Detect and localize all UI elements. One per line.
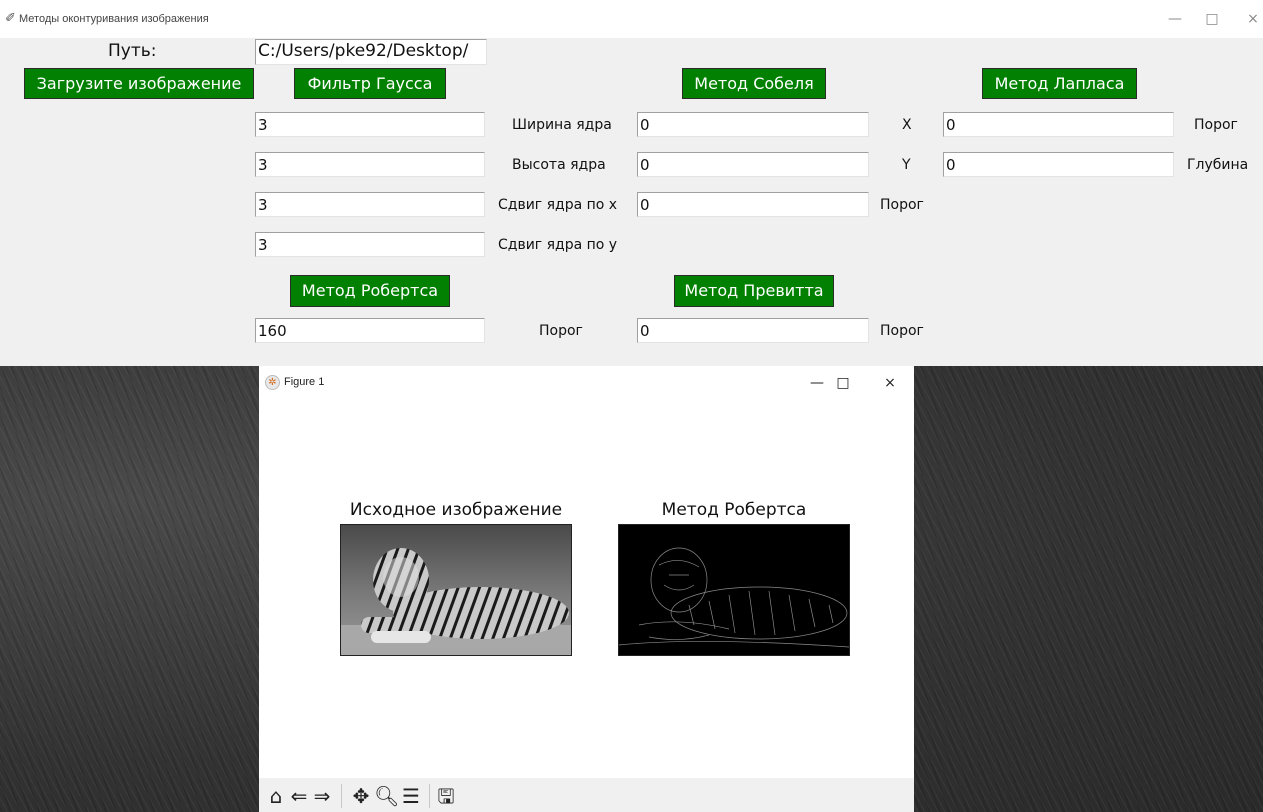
toolbar-separator: [429, 784, 430, 808]
path-label: Путь:: [108, 41, 157, 61]
prewitt-threshold-label: Порог: [880, 323, 924, 339]
path-field[interactable]: C:/Users/pke92/Desktop/: [255, 39, 487, 65]
roberts-threshold-label: Порог: [539, 323, 583, 339]
toolbar-separator: [341, 784, 342, 808]
kernel-width-input[interactable]: 3: [255, 112, 485, 137]
figure-close-icon[interactable]: ×: [877, 372, 903, 394]
kernel-shift-y-label: Сдвиг ядра по y: [498, 237, 618, 253]
minimize-icon[interactable]: —: [1160, 6, 1190, 32]
prewitt-threshold-input[interactable]: 0: [637, 318, 869, 343]
feather-icon: ✐: [5, 11, 16, 26]
maximize-icon[interactable]: □: [1197, 6, 1227, 32]
sobel-x-input[interactable]: 0: [637, 112, 869, 137]
gauss-filter-button[interactable]: Фильтр Гаусса: [294, 68, 446, 99]
figure-minimize-icon[interactable]: —: [804, 372, 830, 394]
sobel-x-label: X: [902, 117, 912, 133]
roberts-method-button[interactable]: Метод Робертса: [290, 275, 450, 307]
close-icon[interactable]: ×: [1238, 6, 1263, 32]
forward-icon[interactable]: ⇒: [310, 784, 334, 808]
configure-subplots-icon[interactable]: ☰: [399, 784, 423, 808]
laplace-threshold-label: Порог: [1194, 117, 1238, 133]
back-icon[interactable]: ⇐: [287, 784, 311, 808]
roberts-result-image: [618, 524, 850, 656]
original-image: [340, 524, 572, 656]
sobel-y-label: Y: [902, 157, 911, 173]
figure-title: Figure 1: [284, 376, 325, 388]
kernel-shift-x-label: Сдвиг ядра по x: [498, 197, 618, 213]
zoom-icon[interactable]: 🔍︎: [374, 784, 399, 808]
plot-title-roberts: Метод Робертса: [661, 500, 807, 520]
kernel-shift-y-input[interactable]: 3: [255, 232, 485, 257]
save-icon[interactable]: 🖫: [434, 784, 458, 808]
roberts-threshold-input[interactable]: 160: [255, 318, 485, 343]
laplace-threshold-input[interactable]: 0: [943, 112, 1174, 137]
prewitt-method-button[interactable]: Метод Превитта: [674, 275, 834, 307]
kernel-width-label: Ширина ядра: [512, 117, 612, 133]
sobel-threshold-input[interactable]: 0: [637, 192, 869, 217]
pan-icon[interactable]: ✥: [349, 784, 373, 808]
plot-title-original: Исходное изображение: [349, 500, 563, 520]
laplace-depth-input[interactable]: 0: [943, 152, 1174, 177]
kernel-shift-x-input[interactable]: 3: [255, 192, 485, 217]
load-image-button[interactable]: Загрузите изображение: [24, 68, 254, 99]
sobel-method-button[interactable]: Метод Собеля: [682, 68, 826, 99]
sobel-threshold-label: Порог: [880, 197, 924, 213]
window-title: Методы оконтуривания изображения: [19, 13, 209, 25]
sobel-y-input[interactable]: 0: [637, 152, 869, 177]
figure-maximize-icon[interactable]: □: [830, 372, 856, 394]
kernel-height-input[interactable]: 3: [255, 152, 485, 177]
kernel-height-label: Высота ядра: [512, 157, 606, 173]
laplace-method-button[interactable]: Метод Лапласа: [982, 68, 1137, 99]
matplotlib-icon: ✲: [265, 375, 280, 390]
home-icon[interactable]: ⌂: [264, 784, 288, 808]
laplace-depth-label: Глубина: [1187, 157, 1249, 173]
